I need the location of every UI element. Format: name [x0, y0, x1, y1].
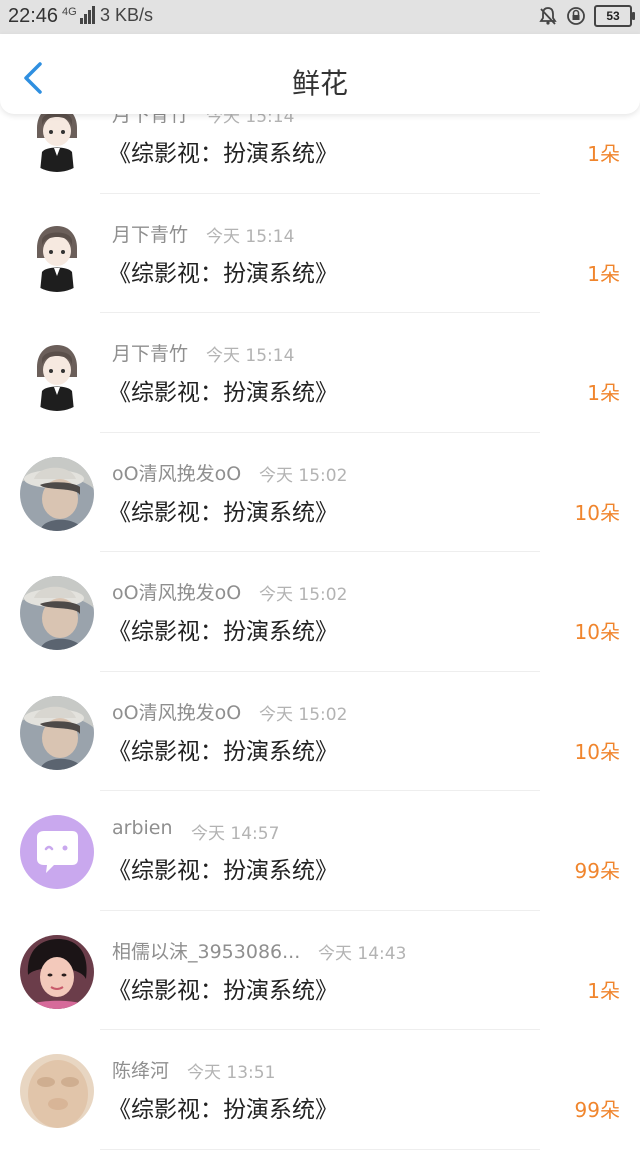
mute-bell-icon	[539, 7, 557, 25]
avatar[interactable]	[20, 337, 94, 411]
list-item[interactable]: 月下青竹 今天 15:14 《综影视：扮演系统》 1朵	[0, 194, 640, 313]
user-name: oO清风挽发oO	[112, 582, 242, 604]
signal-icon	[80, 6, 95, 24]
list-item[interactable]: 陈绛河 今天 13:51 《综影视：扮演系统》 99朵	[0, 1030, 640, 1150]
page-title: 鲜花	[291, 67, 348, 100]
battery-level: 53	[606, 9, 620, 23]
flower-count: 10朵	[574, 500, 620, 525]
list-item[interactable]: oO清风挽发oO 今天 15:02 《综影视：扮演系统》 10朵	[0, 433, 640, 552]
book-title: 《综影视：扮演系统》	[108, 977, 338, 1004]
list-item[interactable]: arbien 今天 14:57 《综影视：扮演系统》 99朵	[0, 791, 640, 911]
book-title: 《综影视：扮演系统》	[108, 858, 338, 884]
avatar[interactable]	[20, 456, 94, 531]
status-bar: 22:46 4G 3 KB/s 53	[0, 0, 640, 34]
book-title: 《综影视：扮演系统》	[108, 499, 338, 526]
flower-count: 99朵	[574, 1098, 620, 1122]
timestamp: 今天 15:14	[206, 346, 295, 366]
book-title: 《综影视：扮演系统》	[108, 260, 338, 287]
flower-count: 10朵	[574, 739, 620, 764]
timestamp: 今天 13:51	[187, 1063, 276, 1083]
list-item[interactable]: oO清风挽发oO 今天 15:02 《综影视：扮演系统》 10朵	[0, 672, 640, 791]
flower-count: 1朵	[587, 381, 620, 405]
rotation-lock-icon	[567, 7, 585, 25]
list-item[interactable]: 相儒以沫_3953086... 今天 14:43 《综影视：扮演系统》 1朵	[0, 911, 640, 1030]
flower-count: 1朵	[587, 261, 620, 286]
avatar[interactable]	[20, 934, 94, 1009]
timestamp: 今天 15:02	[259, 704, 348, 725]
avatar[interactable]	[20, 1054, 94, 1128]
flower-count: 1朵	[587, 142, 620, 166]
avatar[interactable]	[20, 815, 94, 889]
network-type: 4G	[62, 6, 77, 18]
timestamp: 今天 15:02	[259, 465, 348, 486]
list-item[interactable]: 月下青竹 今天 15:14 《综影视：扮演系统》 1朵	[0, 313, 640, 433]
divider	[100, 1148, 540, 1150]
user-name: oO清风挽发oO	[112, 701, 242, 724]
top-nav-bar: 鲜花	[0, 34, 640, 114]
avatar[interactable]	[20, 576, 94, 650]
book-title: 《综影视：扮演系统》	[108, 1097, 338, 1123]
timestamp: 今天 14:43	[318, 943, 407, 964]
book-title: 《综影视：扮演系统》	[108, 141, 338, 167]
book-title: 《综影视：扮演系统》	[108, 619, 338, 645]
user-name: 相儒以沫_3953086...	[112, 940, 301, 963]
user-name: oO清风挽发oO	[112, 462, 242, 485]
battery-icon: 53	[594, 5, 635, 27]
avatar[interactable]	[20, 217, 94, 292]
flower-gift-list: 月下青竹 今天 15:14 《综影视：扮演系统》 1朵 月下青竹 今天 15:14 《综影…	[0, 74, 640, 1150]
user-name: 月下青竹	[112, 343, 189, 365]
timestamp: 今天 15:14	[206, 226, 295, 247]
status-time: 22:46	[8, 5, 59, 27]
flower-count: 99朵	[574, 859, 620, 883]
flower-count: 10朵	[574, 620, 620, 644]
timestamp: 今天 15:02	[259, 585, 348, 605]
list-item[interactable]: oO清风挽发oO 今天 15:02 《综影视：扮演系统》 10朵	[0, 552, 640, 672]
user-name: 陈绛河	[112, 1060, 170, 1082]
user-name: 月下青竹	[112, 223, 189, 246]
flower-count: 1朵	[587, 978, 620, 1003]
network-speed: 3 KB/s	[100, 5, 154, 25]
timestamp: 今天 14:57	[191, 824, 280, 844]
book-title: 《综影视：扮演系统》	[108, 738, 338, 765]
user-name: arbien	[112, 817, 173, 839]
avatar[interactable]	[20, 695, 94, 770]
book-title: 《综影视：扮演系统》	[108, 380, 338, 406]
